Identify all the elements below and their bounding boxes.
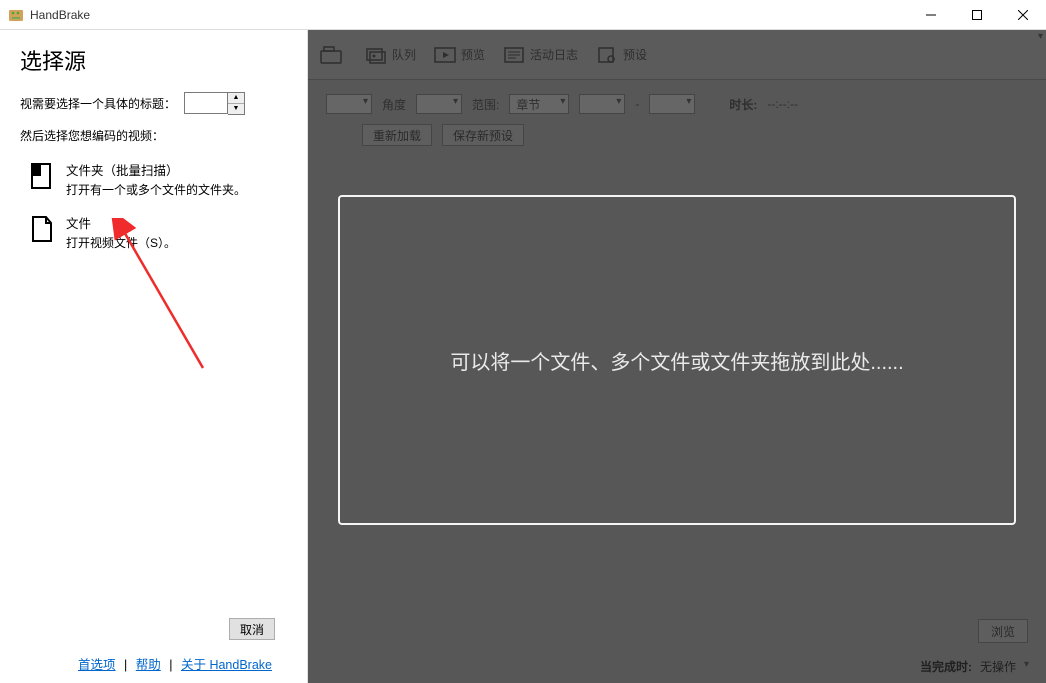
preset-actions-row: 重新加载 保存新预设 bbox=[308, 114, 1046, 156]
title-pick-label: 视需要选择一个具体的标题： bbox=[20, 95, 176, 112]
cancel-button[interactable]: 取消 bbox=[229, 618, 275, 640]
toolbar-label: 预设 bbox=[623, 46, 647, 63]
window-close-button[interactable] bbox=[1000, 0, 1046, 30]
toolbar-item-source[interactable] bbox=[314, 40, 353, 70]
angle-combo[interactable] bbox=[416, 94, 462, 114]
toolbar-item-log[interactable]: 活动日志 bbox=[497, 40, 584, 70]
dropzone[interactable]: 可以将一个文件、多个文件或文件夹拖放到此处...... bbox=[338, 195, 1016, 525]
file-icon bbox=[30, 215, 54, 243]
spinner-up-icon[interactable]: ▲ bbox=[228, 93, 244, 104]
main-toolbar: 队列 预览 活动日志 预设 bbox=[308, 30, 1046, 80]
title-pick-row: 视需要选择一个具体的标题： ▲ ▼ bbox=[20, 92, 287, 115]
source-option-file-desc: 打开视频文件（S）。 bbox=[66, 234, 176, 252]
main-area-dimmed: 队列 预览 活动日志 预设 角度 bbox=[308, 30, 1046, 683]
toolbar-item-queue[interactable]: 队列 bbox=[359, 40, 422, 70]
window-title: HandBrake bbox=[30, 8, 908, 22]
source-option-file-title: 文件 bbox=[66, 215, 176, 234]
source-heading: 选择源 bbox=[20, 44, 287, 76]
spinner-down-icon[interactable]: ▼ bbox=[228, 104, 244, 115]
duration-label: 时长: bbox=[729, 96, 757, 113]
log-icon bbox=[503, 46, 525, 64]
queue-icon bbox=[365, 46, 387, 64]
range-label: 范围: bbox=[472, 96, 499, 113]
preferences-link[interactable]: 首选项 bbox=[78, 658, 116, 672]
dropzone-text: 可以将一个文件、多个文件或文件夹拖放到此处...... bbox=[450, 346, 903, 375]
titlebar: HandBrake bbox=[0, 0, 1046, 30]
toolbar-item-preset[interactable]: 预设 bbox=[590, 40, 653, 70]
source-option-folder-desc: 打开有一个或多个文件的文件夹。 bbox=[66, 181, 246, 199]
source-selection-panel: 选择源 视需要选择一个具体的标题： ▲ ▼ 然后选择您想编码的视频： bbox=[0, 30, 308, 683]
preset-icon bbox=[596, 46, 618, 64]
title-settings-row: 角度 范围: 章节 - 时长: --:--:-- bbox=[308, 80, 1046, 114]
status-bar: 当完成时: 无操作 bbox=[920, 658, 1032, 675]
window-maximize-button[interactable] bbox=[954, 0, 1000, 30]
toolbar-label: 队列 bbox=[392, 46, 416, 63]
app-icon bbox=[8, 7, 24, 23]
duration-value: --:--:-- bbox=[767, 97, 798, 111]
title-number-input[interactable] bbox=[184, 92, 228, 114]
then-select-label: 然后选择您想编码的视频： bbox=[20, 127, 287, 144]
about-link[interactable]: 关于 HandBrake bbox=[181, 658, 272, 672]
toolbar-label: 活动日志 bbox=[530, 46, 578, 63]
save-new-preset-button[interactable]: 保存新预设 bbox=[442, 124, 524, 146]
window-minimize-button[interactable] bbox=[908, 0, 954, 30]
toolbar-item-preview[interactable]: 预览 bbox=[428, 40, 491, 70]
title-number-spinner[interactable]: ▲ ▼ bbox=[184, 92, 245, 115]
footer-links: 首选项 | 帮助 | 关于 HandBrake bbox=[0, 654, 287, 673]
range-type-combo[interactable]: 章节 bbox=[509, 94, 569, 114]
range-end-combo[interactable] bbox=[649, 94, 695, 114]
range-dash: - bbox=[635, 97, 639, 111]
source-icon bbox=[320, 46, 342, 64]
spinner-buttons[interactable]: ▲ ▼ bbox=[228, 92, 245, 115]
title-combo[interactable] bbox=[326, 94, 372, 114]
toolbar-label: 预览 bbox=[461, 46, 485, 63]
folder-batch-icon bbox=[30, 162, 54, 190]
range-start-combo[interactable] bbox=[579, 94, 625, 114]
source-option-folder-title: 文件夹（批量扫描） bbox=[66, 162, 246, 181]
source-option-file[interactable]: 文件 打开视频文件（S）。 bbox=[20, 209, 287, 262]
when-done-combo[interactable]: 无操作 bbox=[980, 658, 1032, 675]
browse-button[interactable]: 浏览 bbox=[978, 619, 1028, 643]
preview-icon bbox=[434, 46, 456, 64]
when-done-label: 当完成时: bbox=[920, 658, 972, 675]
angle-label: 角度 bbox=[382, 96, 406, 113]
source-option-folder[interactable]: 文件夹（批量扫描） 打开有一个或多个文件的文件夹。 bbox=[20, 156, 287, 209]
help-link[interactable]: 帮助 bbox=[136, 658, 161, 672]
reload-button[interactable]: 重新加载 bbox=[362, 124, 432, 146]
